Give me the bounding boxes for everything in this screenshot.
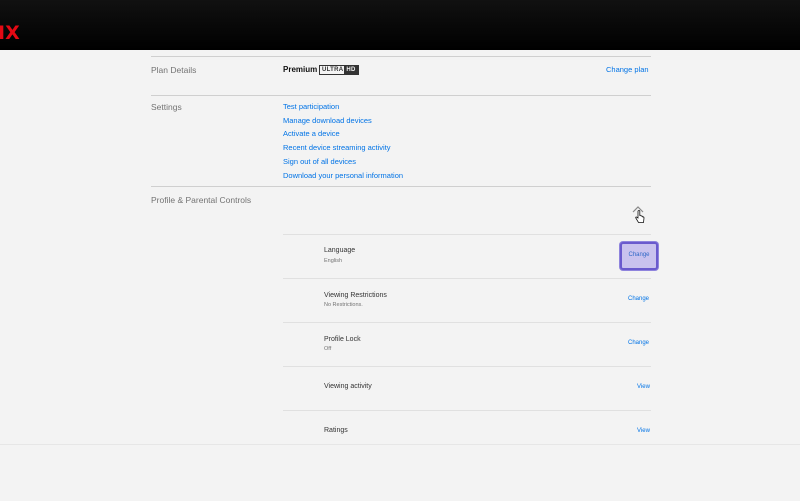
language-change-label: Change [628,252,650,258]
row-divider [283,278,651,279]
viewing-restrictions-row-title: Viewing Restrictions [324,292,387,299]
badge-hd-text: HD [344,66,358,74]
page-footer-area [0,444,800,501]
ultra-hd-badge: ULTRA HD [319,65,359,75]
language-change-button[interactable]: Change [620,242,658,270]
test-participation-link[interactable]: Test participation [283,102,339,111]
plan-name: Premium [283,65,318,74]
settings-label: Settings [151,102,182,112]
recent-streaming-activity-link[interactable]: Recent device streaming activity [283,143,391,152]
language-row-value: English [324,258,343,264]
badge-ultra-text: ULTRA [322,67,344,73]
row-divider [283,410,651,411]
language-row-title: Language [324,247,356,254]
section-divider [151,95,651,96]
viewing-restrictions-change-link[interactable]: Change [628,296,649,302]
download-personal-info-link[interactable]: Download your personal information [283,171,403,180]
section-divider [151,186,651,187]
profile-lock-row-value: Off [324,346,332,352]
hand-pointer-cursor-icon [635,210,645,223]
viewing-activity-row-title: Viewing activity [324,383,372,390]
manage-download-devices-link[interactable]: Manage download devices [283,116,372,125]
section-divider [151,56,651,57]
row-divider [283,234,651,235]
ratings-view-link[interactable]: View [637,428,650,434]
row-divider [283,366,651,367]
top-navigation-bar: IX [0,0,800,50]
account-content [0,50,800,444]
profile-parental-controls-label: Profile & Parental Controls [151,195,252,205]
plan-details-label: Plan Details [151,65,197,75]
profile-lock-change-link[interactable]: Change [628,340,649,346]
change-plan-link[interactable]: Change plan [606,65,649,74]
sign-out-all-devices-link[interactable]: Sign out of all devices [283,157,356,166]
viewing-restrictions-row-value: No Restrictions. [324,302,363,308]
ratings-row-title: Ratings [324,427,348,434]
activate-device-link[interactable]: Activate a device [283,129,340,138]
row-divider [283,322,651,323]
profile-lock-row-title: Profile Lock [324,336,361,343]
viewing-activity-view-link[interactable]: View [637,384,650,390]
netflix-logo[interactable]: IX [0,22,20,44]
